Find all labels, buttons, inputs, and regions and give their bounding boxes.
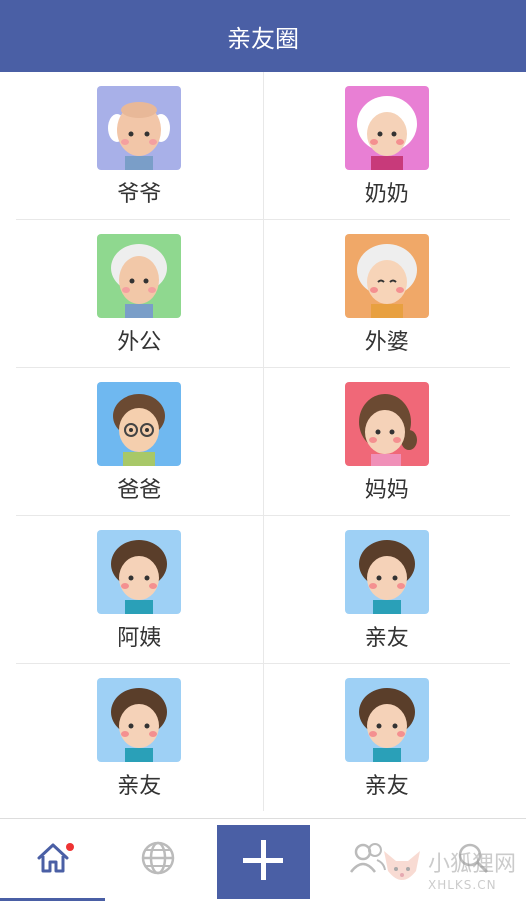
bottom-tab-bar: 小狐狸网 XHLKS.CN [0, 818, 526, 901]
avatar [97, 234, 182, 318]
avatar [344, 678, 429, 762]
contact-card-dad[interactable]: 爸爸 [16, 368, 264, 515]
avatar [97, 678, 182, 762]
app-header: 亲友圈 [0, 0, 526, 72]
contact-card-grandpa-paternal[interactable]: 爷爷 [16, 72, 264, 219]
contact-card-friend-1[interactable]: 亲友 [264, 516, 511, 663]
contacts-row: 亲友 亲友 [16, 664, 510, 811]
plus-icon [241, 838, 285, 886]
avatar [97, 530, 182, 614]
contact-name: 外婆 [364, 330, 409, 355]
contact-name: 阿姨 [117, 626, 162, 651]
contact-card-friend-2[interactable]: 亲友 [16, 664, 264, 811]
avatar [344, 86, 429, 170]
fox-logo-icon [380, 845, 424, 893]
globe-icon [140, 840, 176, 880]
watermark-en: XHLKS.CN [427, 878, 497, 892]
contacts-row: 爸爸 妈妈 [16, 368, 510, 516]
contact-name: 亲友 [364, 626, 409, 651]
contact-card-friend-3[interactable]: 亲友 [264, 664, 511, 811]
tab-discover[interactable] [105, 819, 210, 901]
contact-card-mom[interactable]: 妈妈 [264, 368, 511, 515]
contacts-grid: 爷爷 奶奶 外公 外婆 爸爸 妈妈 阿姨 亲友 亲友 亲友 [0, 72, 526, 811]
contact-card-grandma-paternal[interactable]: 奶奶 [264, 72, 511, 219]
add-button[interactable] [216, 825, 310, 899]
contact-card-aunt[interactable]: 阿姨 [16, 516, 264, 663]
contacts-row: 外公 外婆 [16, 220, 510, 368]
notification-badge [66, 843, 74, 851]
contact-name: 爷爷 [117, 182, 162, 207]
avatar [344, 234, 429, 318]
contact-card-grandpa-maternal[interactable]: 外公 [16, 220, 264, 367]
contact-name: 爸爸 [117, 478, 162, 503]
contact-name: 外公 [117, 330, 162, 355]
contact-name: 亲友 [117, 774, 162, 799]
avatar [97, 86, 182, 170]
tab-add[interactable] [210, 819, 315, 901]
avatar [344, 530, 429, 614]
contacts-row: 爷爷 奶奶 [16, 72, 510, 220]
watermark: 小狐狸网 XHLKS.CN [380, 845, 516, 893]
page-title: 亲友圈 [227, 24, 299, 53]
avatar [344, 382, 429, 466]
watermark-cn: 小狐狸网 [427, 852, 516, 877]
contact-card-grandma-maternal[interactable]: 外婆 [264, 220, 511, 367]
contact-name: 妈妈 [364, 478, 409, 503]
contacts-row: 阿姨 亲友 [16, 516, 510, 664]
contact-name: 亲友 [364, 774, 409, 799]
avatar [97, 382, 182, 466]
contact-name: 奶奶 [364, 182, 409, 207]
tab-home[interactable] [0, 819, 106, 901]
